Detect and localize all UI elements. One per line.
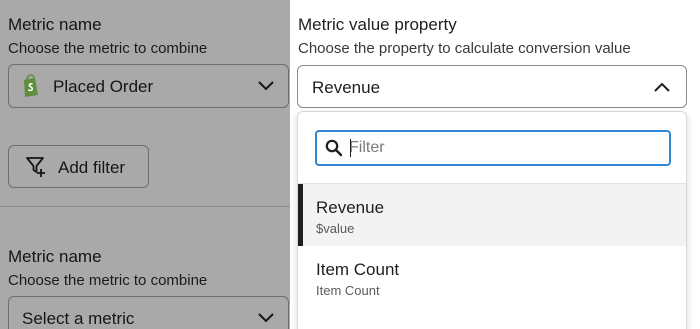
- option-label: Revenue: [316, 198, 385, 217]
- right-pane: Metric value property Choose the propert…: [290, 0, 700, 329]
- property-dropdown-menu: Revenue $value Item Count Item Count: [297, 111, 687, 329]
- shopify-icon: [21, 74, 41, 103]
- option-revenue[interactable]: Revenue $value: [298, 184, 686, 246]
- option-sublabel: $value: [316, 221, 355, 236]
- chevron-down-icon: [258, 79, 274, 97]
- metric-select-placeholder: Select a metric: [22, 309, 135, 328]
- metric-select[interactable]: Placed Order: [8, 64, 289, 108]
- option-label: Item Count: [316, 260, 400, 279]
- option-item-count[interactable]: Item Count Item Count: [298, 246, 686, 308]
- chevron-up-icon: [654, 80, 670, 98]
- metric-select[interactable]: Select a metric: [8, 296, 289, 329]
- section-divider: [0, 206, 290, 207]
- selected-metric-label: Placed Order: [53, 77, 154, 96]
- metric-name-hint: Choose the metric to combine: [8, 272, 208, 289]
- metric-value-property-label: Metric value property: [298, 15, 457, 34]
- metric-name-hint: Choose the metric to combine: [8, 40, 208, 57]
- metric-name-label: Metric name: [8, 247, 102, 266]
- metric-name-label: Metric name: [8, 15, 102, 34]
- chevron-down-icon: [258, 311, 274, 329]
- filter-search-input[interactable]: [349, 137, 659, 159]
- selected-property-label: Revenue: [312, 78, 381, 97]
- selected-indicator: [298, 184, 303, 246]
- metric-value-property-hint: Choose the property to calculate convers…: [298, 40, 631, 57]
- left-pane-overlay: Metric name Choose the metric to combine…: [0, 0, 290, 329]
- option-sublabel: Item Count: [316, 283, 380, 298]
- value-property-select[interactable]: Revenue: [297, 65, 687, 108]
- add-filter-button[interactable]: Add filter: [8, 145, 149, 188]
- text-cursor: [350, 139, 351, 157]
- search-icon: [325, 139, 343, 162]
- add-filter-label: Add filter: [58, 158, 126, 177]
- filter-add-icon: [25, 156, 47, 183]
- filter-search-box[interactable]: [315, 130, 671, 166]
